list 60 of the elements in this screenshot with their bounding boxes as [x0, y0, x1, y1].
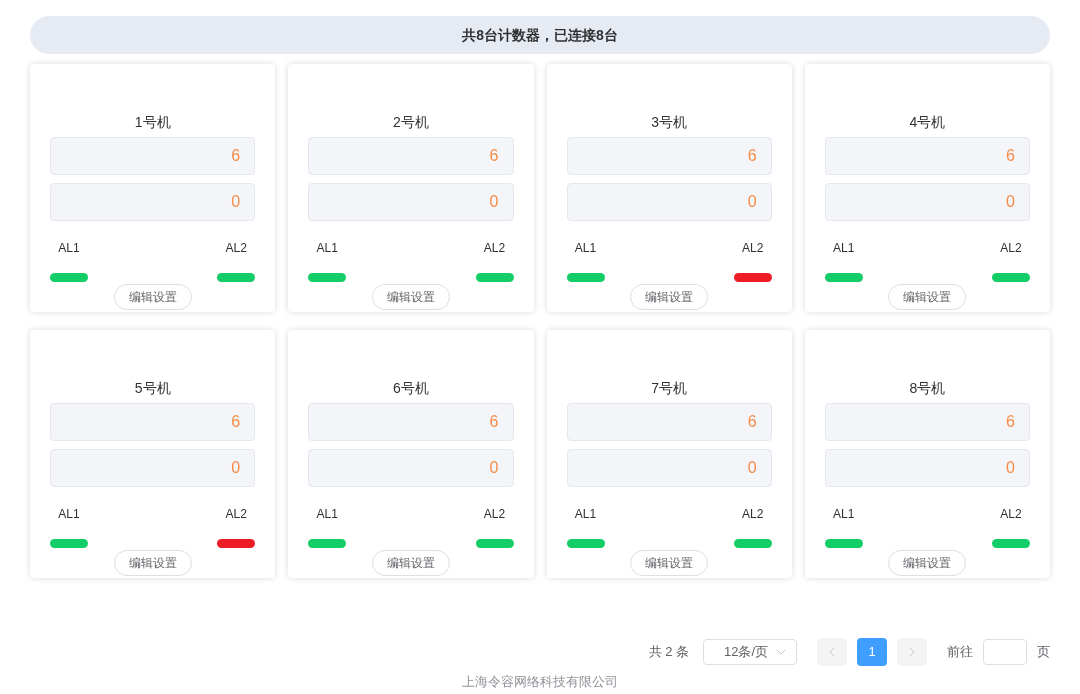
edit-settings-button[interactable]: 编辑设置	[888, 550, 967, 576]
edit-settings-button[interactable]: 编辑设置	[371, 284, 450, 310]
alarm-label: AL1	[574, 506, 597, 523]
alarm-label: AL2	[225, 506, 247, 523]
chevron-left-icon	[829, 647, 835, 657]
alarm-label: AL1	[316, 506, 338, 523]
machine-name: 6号机	[392, 379, 429, 398]
count-display: 0	[824, 449, 1030, 487]
machine-name: 4号机	[909, 113, 946, 132]
goto-label: 前往	[947, 643, 973, 662]
alarm-label: AL2	[225, 240, 247, 257]
alarm-label: AL2	[742, 506, 764, 523]
machine-name: 1号机	[134, 113, 171, 132]
alarm-label: AL2	[483, 506, 506, 523]
alarm-label: AL1	[58, 506, 80, 523]
edit-settings-button[interactable]: 编辑设置	[888, 284, 967, 310]
alarm-label: AL2	[1000, 506, 1022, 523]
machine-name: 5号机	[134, 379, 171, 398]
edit-settings-button[interactable]: 编辑设置	[113, 284, 192, 310]
page-input[interactable]	[983, 639, 1027, 665]
alarm-label: AL1	[833, 240, 855, 257]
count-display: 6	[50, 137, 256, 175]
count-display: 6	[566, 137, 772, 175]
alarm-label: AL2	[1000, 240, 1022, 257]
alarm-label: AL1	[833, 506, 855, 523]
count-display: 0	[566, 449, 772, 487]
count-display: 6	[824, 137, 1030, 175]
company-footer: 上海令容网络科技有限公司	[462, 672, 618, 692]
edit-settings-button[interactable]: 编辑设置	[113, 550, 192, 576]
count-display: 6	[50, 403, 256, 441]
alarm-label: AL1	[58, 240, 80, 257]
alarm-label: AL1	[316, 240, 338, 257]
count-display: 0	[308, 183, 514, 221]
count-display: 6	[308, 403, 514, 441]
count-display: 0	[50, 449, 256, 487]
machine-name: 3号机	[651, 113, 687, 132]
count-display: 6	[566, 403, 772, 441]
chevron-down-icon	[776, 649, 786, 655]
machine-name: 8号机	[909, 379, 946, 398]
summary-banner: 共8台计数器，已连接8台	[30, 16, 1050, 54]
next-page-button[interactable]	[897, 638, 927, 666]
alarm-label: AL2	[483, 240, 506, 257]
count-display: 6	[824, 403, 1030, 441]
count-display: 6	[308, 137, 514, 175]
chevron-right-icon	[909, 647, 915, 657]
count-display: 0	[50, 183, 256, 221]
alarm-label: AL2	[742, 240, 764, 257]
total-count: 共 2 条	[648, 643, 689, 662]
alarm-label: AL1	[574, 240, 597, 257]
edit-settings-button[interactable]: 编辑设置	[630, 284, 709, 310]
count-display: 0	[308, 449, 514, 487]
machine-name: 7号机	[651, 379, 687, 398]
edit-settings-button[interactable]: 编辑设置	[371, 550, 450, 576]
count-display: 0	[824, 183, 1030, 221]
page-suffix: 页	[1037, 643, 1050, 662]
page-size-select[interactable]: 12条/页	[703, 639, 797, 665]
prev-page-button[interactable]	[817, 638, 847, 666]
edit-settings-button[interactable]: 编辑设置	[630, 550, 709, 576]
machine-name: 2号机	[392, 113, 429, 132]
count-display: 0	[566, 183, 772, 221]
